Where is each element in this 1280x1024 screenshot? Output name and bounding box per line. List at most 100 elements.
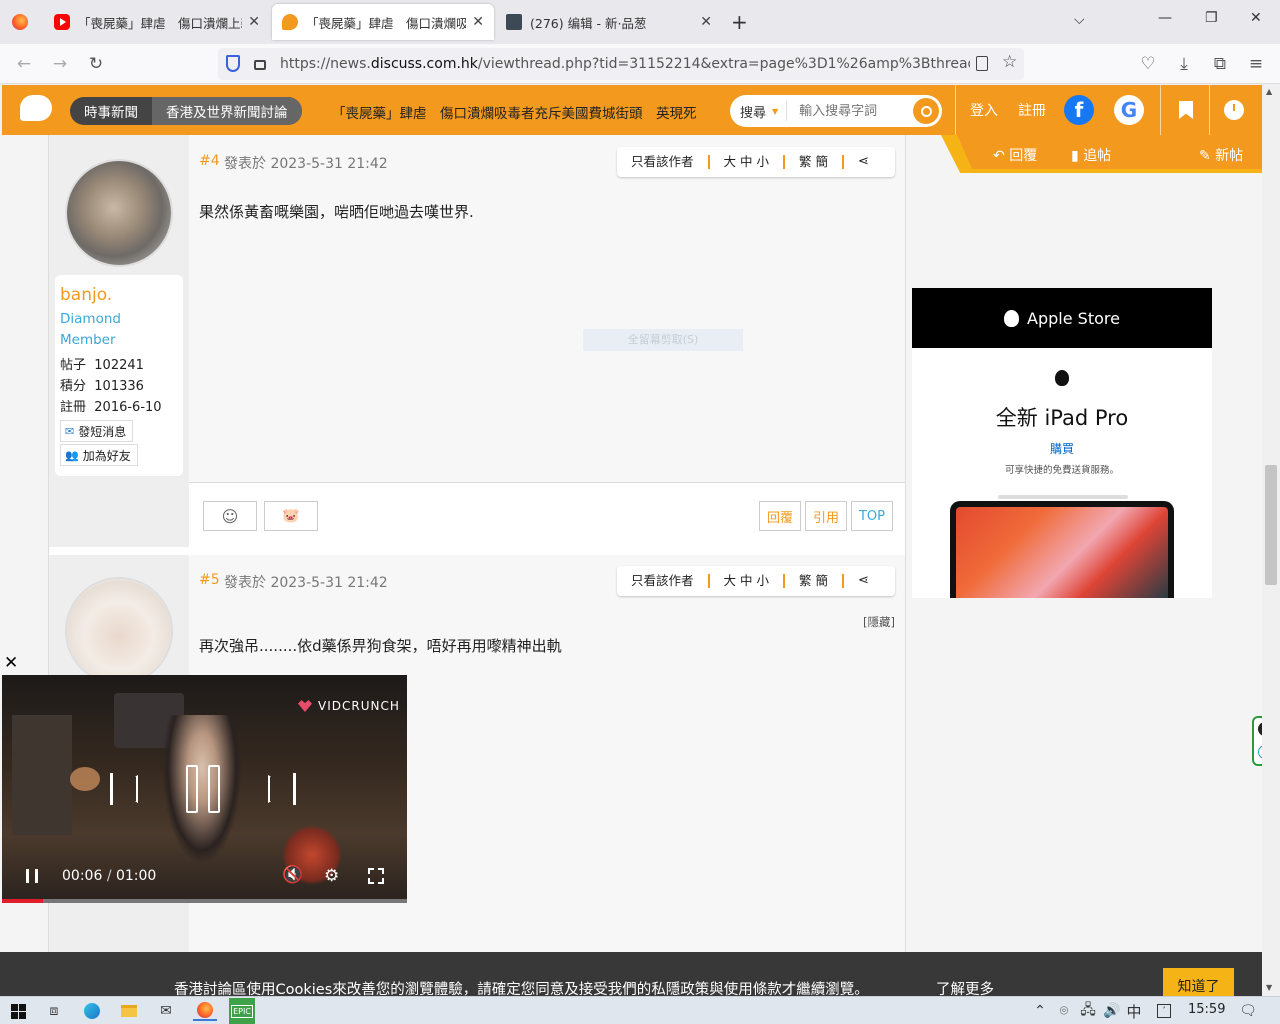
downloads-icon[interactable]: ⤓	[1172, 52, 1196, 76]
bookmark-star-icon[interactable]: ☆	[1002, 52, 1017, 72]
history-clock-icon[interactable]	[1224, 100, 1244, 120]
page-scrollbar[interactable]: ▲ ▼	[1262, 85, 1280, 996]
font-size-button[interactable]: 大 中 小	[710, 574, 785, 588]
close-window-button[interactable]: ✕	[1250, 10, 1262, 26]
volume-icon[interactable]: 🔊	[1102, 1001, 1122, 1021]
settings-gear-icon[interactable]: ⚙	[324, 866, 339, 886]
login-link[interactable]: 登入	[970, 100, 998, 120]
firefox-taskbar-icon[interactable]	[193, 1001, 217, 1021]
menu-icon[interactable]: ≡	[1244, 52, 1268, 76]
apple-ad[interactable]: Apple Store 全新 iPad Pro 購買 可享快捷的免費送貨服務。	[912, 288, 1212, 598]
next-track-button[interactable]	[268, 773, 296, 805]
tray-expand-icon[interactable]: ⌃	[1030, 1001, 1050, 1021]
windows-start-icon[interactable]	[8, 1001, 28, 1021]
search-scope-select[interactable]: 搜尋 ▼	[730, 102, 786, 121]
extensions-icon[interactable]: ⧉	[1208, 52, 1232, 76]
new-tab-button[interactable]: +	[731, 10, 748, 34]
username[interactable]: banjo.	[60, 285, 178, 305]
tray-person-icon[interactable]: ⌾	[1054, 1001, 1074, 1021]
mute-icon[interactable]: 🔇	[282, 865, 303, 885]
ime-indicator[interactable]: 中	[1124, 1001, 1144, 1021]
hide-post-link[interactable]: [隱藏]	[863, 614, 895, 630]
forward-arrow-icon[interactable]: →	[48, 52, 72, 76]
minimize-button[interactable]: —	[1158, 10, 1172, 26]
trad-simp-button[interactable]: 繁 簡	[785, 155, 844, 169]
share-icon[interactable]: ⋖	[844, 155, 883, 169]
reply-button[interactable]: 回覆	[759, 501, 801, 531]
scroll-thumb[interactable]	[1265, 465, 1277, 585]
share-icon[interactable]: ⋖	[844, 574, 883, 588]
close-tab-icon[interactable]: ✕	[248, 14, 260, 30]
tab-title: (276) 编辑 - 新·品葱	[530, 15, 647, 31]
bookmark-icon: ▮	[1071, 148, 1079, 164]
task-view-icon[interactable]: ⧈	[44, 1001, 64, 1021]
reader-view-icon[interactable]	[976, 56, 988, 71]
register-link[interactable]: 註冊	[1018, 100, 1046, 120]
top-button[interactable]: TOP	[851, 501, 893, 531]
google-icon[interactable]: G	[1114, 95, 1144, 125]
track-thread-button[interactable]: ▮ 追帖	[1071, 145, 1111, 165]
emoji-happy-button[interactable]: ☺	[203, 501, 257, 531]
small-pause-button[interactable]	[26, 869, 38, 883]
bookmark-icon[interactable]	[1179, 101, 1193, 119]
epic-games-icon[interactable]: EPIC	[229, 998, 255, 1024]
search-input[interactable]	[799, 103, 900, 119]
tab-list-chevron-icon[interactable]: ⌵	[1074, 12, 1085, 28]
avatar[interactable]	[65, 159, 173, 267]
ime-mode-icon[interactable]: ʼ	[1154, 1001, 1174, 1021]
scroll-up-icon[interactable]: ▲	[1266, 87, 1272, 96]
back-arrow-icon[interactable]: ←	[12, 52, 36, 76]
nav-current-news[interactable]: 時事新聞	[70, 97, 152, 125]
post-number[interactable]: #5	[199, 572, 220, 588]
trad-simp-button[interactable]: 繁 簡	[785, 574, 844, 588]
search-button[interactable]	[913, 98, 939, 124]
cookie-accept-button[interactable]: 知道了	[1163, 968, 1234, 996]
add-friend-button[interactable]: 👥 加為好友	[60, 444, 138, 466]
send-message-button[interactable]: ✉ 發短消息	[60, 420, 134, 442]
tab-pincong[interactable]: (276) 编辑 - 新·品葱 ✕	[496, 4, 722, 40]
url-text[interactable]: https://news.discuss.com.hk/viewthread.p…	[280, 56, 970, 72]
file-explorer-icon[interactable]	[119, 1001, 139, 1021]
quote-button[interactable]: 引用	[805, 501, 847, 531]
facebook-icon[interactable]: f	[1064, 95, 1094, 125]
only-author-button[interactable]: 只看該作者	[617, 155, 710, 169]
font-size-button[interactable]: 大 中 小	[710, 155, 785, 169]
pocket-icon[interactable]: ♡	[1136, 52, 1160, 76]
post-toolbar: 只看該作者 大 中 小 繁 簡 ⋖	[617, 566, 895, 596]
clock[interactable]: 15:59	[1188, 1002, 1225, 1017]
emoji-pig-button[interactable]: 🐷	[264, 501, 318, 531]
cookie-learn-more-link[interactable]: 了解更多	[936, 978, 994, 996]
fullscreen-icon[interactable]	[368, 868, 384, 884]
site-logo-icon[interactable]	[20, 95, 52, 121]
pause-button[interactable]	[186, 765, 222, 813]
nav-hk-world-news[interactable]: 香港及世界新聞討論	[152, 97, 302, 125]
previous-track-button[interactable]	[110, 773, 138, 805]
scroll-down-icon[interactable]: ▼	[1266, 983, 1272, 992]
video-player[interactable]: VIDCRUNCH 00:06 / 01:00 🔇 ⚙	[2, 675, 407, 903]
notifications-icon[interactable]: 🗨	[1238, 1001, 1258, 1021]
close-tab-icon[interactable]: ✕	[472, 14, 484, 30]
tab-discuss[interactable]: 「喪屍藥」肆虐 傷口潰爛吸毒者 ✕	[272, 4, 494, 40]
edge-icon[interactable]	[82, 1001, 102, 1021]
mail-icon[interactable]: ✉	[156, 1001, 176, 1021]
video-progress-track[interactable]	[2, 899, 407, 903]
pig-icon: 🐷	[282, 508, 300, 524]
ad-buy-link[interactable]: 購買	[912, 440, 1212, 457]
user-rank: Member	[60, 332, 116, 348]
url-bar[interactable]: https://news.discuss.com.hk/viewthread.p…	[218, 48, 1024, 80]
post-number[interactable]: #4	[199, 153, 220, 169]
restore-button[interactable]: ❐	[1205, 10, 1218, 26]
tab-youtube[interactable]: 「喪屍藥」肆虐 傷口潰爛上新 ✕	[44, 4, 270, 40]
close-video-icon[interactable]: ✕	[4, 653, 18, 673]
close-tab-icon[interactable]: ✕	[700, 14, 712, 30]
avatar[interactable]	[65, 577, 173, 685]
new-post-button[interactable]: ✎ 新帖	[1199, 145, 1243, 165]
shield-icon[interactable]	[226, 55, 240, 72]
reply-thread-button[interactable]: ↶ 回覆	[993, 145, 1037, 165]
lock-icon[interactable]	[254, 60, 266, 70]
only-author-button[interactable]: 只看該作者	[617, 574, 710, 588]
firefox-icon[interactable]	[12, 14, 28, 30]
reload-icon[interactable]: ↻	[84, 52, 108, 76]
network-icon[interactable]: 🖧	[1078, 1001, 1098, 1021]
floating-widget[interactable]: ✕ e	[1252, 716, 1262, 766]
